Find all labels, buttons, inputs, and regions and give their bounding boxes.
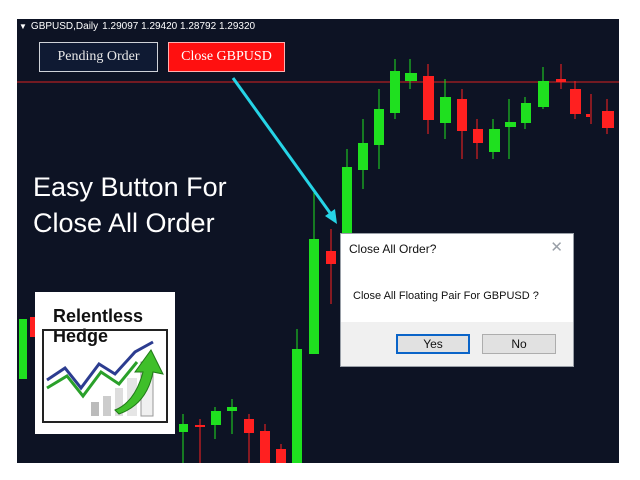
candle — [570, 89, 581, 114]
candle — [586, 114, 590, 117]
price-chart[interactable]: ▼ GBPUSD,Daily 1.29097 1.29420 1.28792 1… — [17, 19, 619, 463]
close-icon[interactable]: ✕ — [550, 238, 563, 256]
candle — [244, 419, 254, 433]
candle — [521, 103, 531, 123]
promo-caption-line2: Close All Order — [33, 208, 215, 238]
candle — [19, 319, 27, 379]
candle — [211, 411, 221, 425]
candle — [292, 349, 302, 463]
candle — [423, 76, 434, 120]
candle — [309, 239, 319, 354]
candle — [602, 111, 614, 128]
candle — [374, 109, 384, 145]
confirm-dialog: Close All Order? ✕ Close All Floating Pa… — [340, 233, 574, 367]
chart-ohlc: 1.29097 1.29420 1.28792 1.29320 — [102, 21, 256, 32]
candle — [358, 143, 368, 170]
candle — [179, 424, 188, 432]
candle — [260, 431, 270, 463]
candle — [489, 129, 500, 152]
candle — [473, 129, 483, 143]
chart-header: ▼ GBPUSD,Daily 1.29097 1.29420 1.28792 1… — [19, 21, 255, 32]
chart-symbol: GBPUSD,Daily — [30, 21, 99, 32]
candle — [326, 251, 336, 264]
promo-caption: Easy Button For Close All Order — [33, 169, 227, 241]
logo-graphic-icon — [42, 329, 168, 423]
dialog-footer: Yes No — [341, 322, 573, 366]
pending-order-button[interactable]: Pending Order — [39, 42, 158, 72]
candle — [457, 99, 467, 131]
yes-button[interactable]: Yes — [396, 334, 470, 354]
candle — [440, 97, 451, 123]
candle — [556, 79, 566, 82]
no-button[interactable]: No — [482, 334, 556, 354]
promo-caption-line1: Easy Button For — [33, 172, 227, 202]
candle — [227, 407, 237, 411]
candle — [276, 449, 286, 463]
candle — [405, 73, 417, 81]
close-pair-button[interactable]: Close GBPUSD — [168, 42, 285, 72]
candle — [505, 122, 516, 127]
candle — [538, 81, 549, 107]
dialog-message: Close All Floating Pair For GBPUSD ? — [353, 290, 539, 302]
triangle-down-icon[interactable]: ▼ — [19, 22, 27, 31]
candle — [195, 425, 205, 427]
candle — [390, 71, 400, 113]
dialog-title: Close All Order? — [349, 242, 437, 256]
relentless-hedge-logo: Relentless Hedge — [35, 292, 175, 434]
